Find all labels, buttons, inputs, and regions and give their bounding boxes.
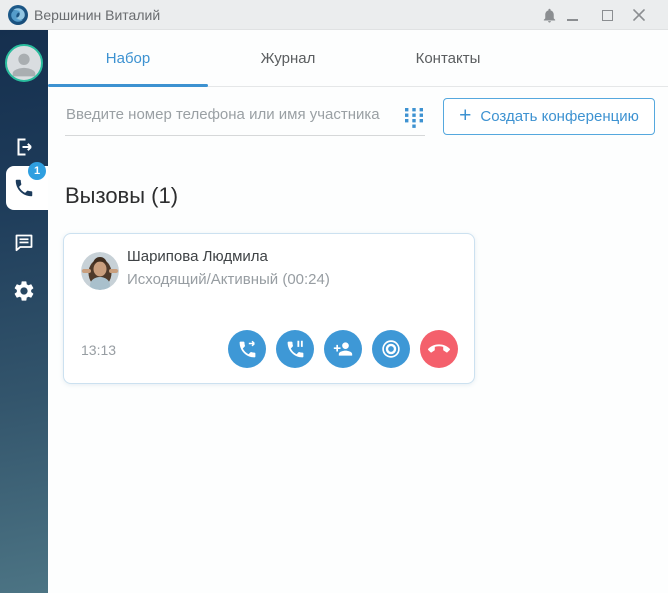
phone-pause-icon bbox=[287, 340, 303, 357]
sidebar: 1 bbox=[0, 30, 48, 593]
phone-forward-icon bbox=[239, 340, 255, 357]
window-title: Вершинин Виталий bbox=[34, 7, 161, 23]
dialpad-icon[interactable] bbox=[405, 108, 423, 128]
person-add-icon bbox=[333, 342, 353, 356]
app-window: Вершинин Виталий 1 Набор Журнал Контакты… bbox=[0, 0, 668, 593]
record-call-button[interactable] bbox=[372, 330, 410, 368]
search-input[interactable] bbox=[65, 100, 425, 136]
titlebar: Вершинин Виталий bbox=[0, 0, 668, 30]
call-end-icon bbox=[428, 344, 450, 353]
settings-gear-icon[interactable] bbox=[12, 279, 36, 303]
chat-icon[interactable] bbox=[12, 231, 36, 255]
minimize-button[interactable] bbox=[559, 0, 585, 30]
close-button[interactable] bbox=[626, 0, 652, 30]
add-participant-button[interactable] bbox=[324, 330, 362, 368]
call-card: Шарипова Людмила Исходящий/Активный (00:… bbox=[63, 233, 475, 384]
tab-dial[interactable]: Набор bbox=[48, 30, 208, 86]
search-field-wrap bbox=[65, 100, 425, 136]
plus-icon: + bbox=[459, 104, 472, 127]
record-icon bbox=[382, 340, 400, 358]
sidebar-item-calls[interactable]: 1 bbox=[6, 162, 48, 210]
phone-icon bbox=[15, 179, 33, 197]
call-status: Исходящий/Активный (00:24) bbox=[127, 271, 330, 288]
app-logo-icon bbox=[8, 5, 28, 25]
active-tab-underline bbox=[48, 84, 208, 87]
transfer-call-button[interactable] bbox=[228, 330, 266, 368]
logout-icon[interactable] bbox=[12, 135, 36, 159]
create-conference-label: Создать конференцию bbox=[480, 108, 639, 125]
tab-contacts[interactable]: Контакты bbox=[368, 30, 528, 86]
create-conference-button[interactable]: + Создать конференцию bbox=[443, 98, 655, 135]
contact-name: Шарипова Людмила bbox=[127, 248, 268, 265]
user-avatar[interactable] bbox=[5, 44, 43, 82]
contact-photo bbox=[81, 252, 119, 290]
calls-badge: 1 bbox=[28, 162, 46, 180]
hold-call-button[interactable] bbox=[276, 330, 314, 368]
call-time: 13:13 bbox=[81, 342, 117, 358]
calls-heading: Вызовы (1) bbox=[65, 183, 179, 208]
hangup-button[interactable] bbox=[420, 330, 458, 368]
tab-journal[interactable]: Журнал bbox=[208, 30, 368, 86]
maximize-button[interactable] bbox=[594, 0, 620, 30]
